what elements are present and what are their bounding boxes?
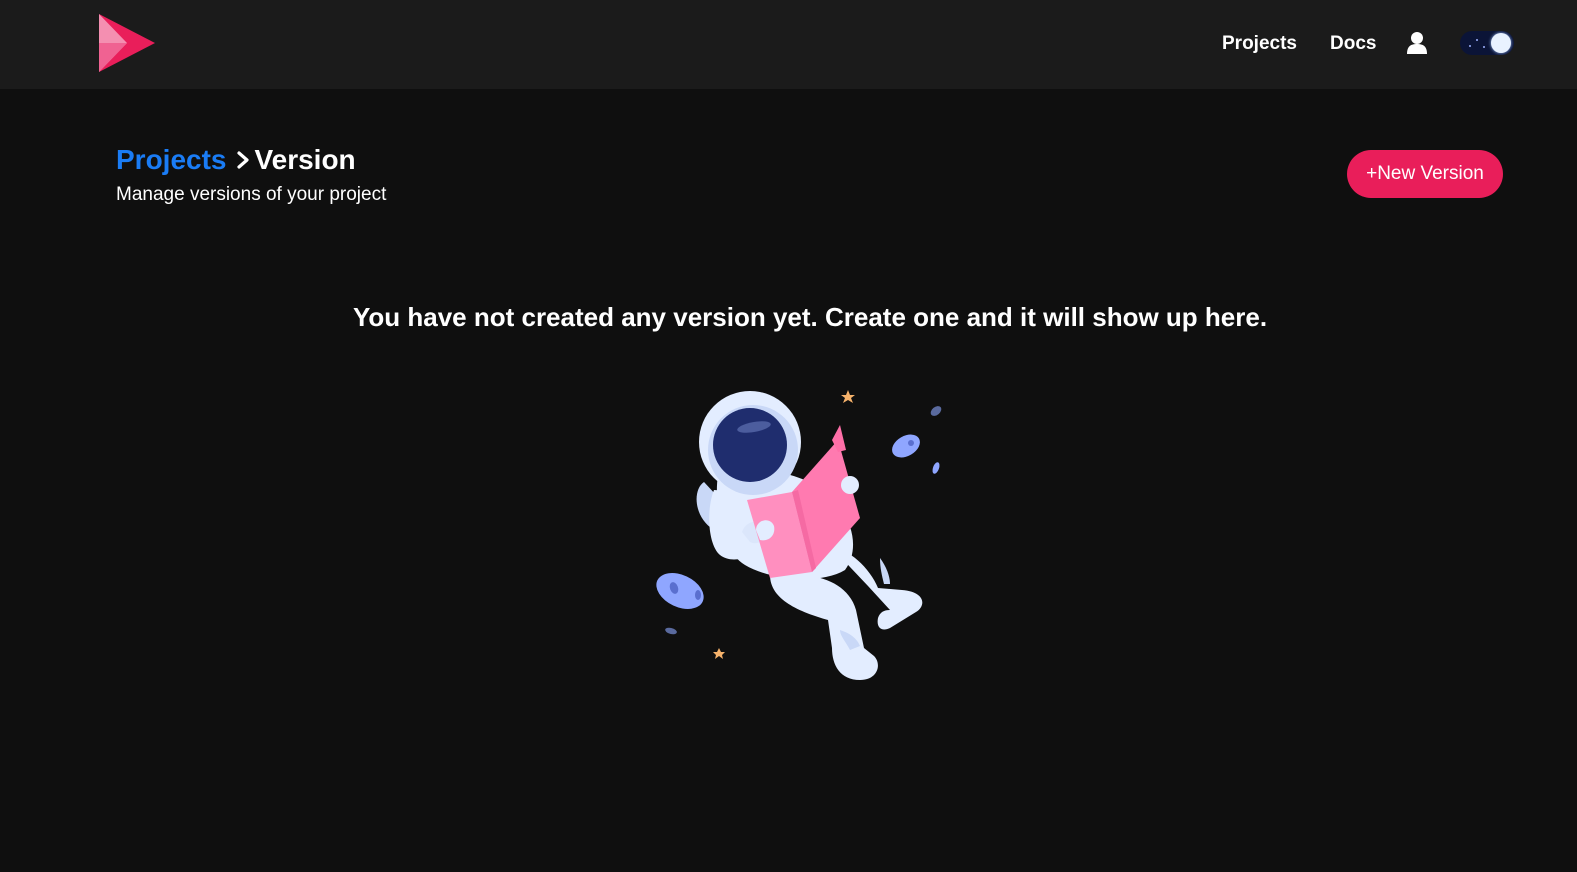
toggle-star: [1476, 39, 1478, 41]
toggle-star: [1483, 46, 1485, 48]
chevron-right-icon: [236, 151, 249, 169]
page-title: Version: [254, 144, 356, 175]
astronaut-reading-illustration: [656, 390, 942, 680]
breadcrumb-projects-link[interactable]: Projects: [116, 140, 227, 180]
user-icon[interactable]: [1406, 31, 1428, 55]
empty-state-message: You have not created any version yet. Cr…: [352, 302, 1268, 332]
navbar: Projects Docs: [0, 0, 1577, 89]
nav-docs-link[interactable]: Docs: [1330, 31, 1376, 57]
moon-icon: [1491, 33, 1511, 53]
theme-toggle[interactable]: [1460, 31, 1514, 55]
logo-icon[interactable]: [97, 12, 157, 74]
nav-projects-link[interactable]: Projects: [1222, 31, 1297, 57]
toggle-star: [1469, 45, 1471, 47]
breadcrumb: Projects Version: [116, 140, 356, 180]
page-subtitle: Manage versions of your project: [116, 184, 387, 205]
new-version-button[interactable]: +New Version: [1347, 150, 1503, 198]
